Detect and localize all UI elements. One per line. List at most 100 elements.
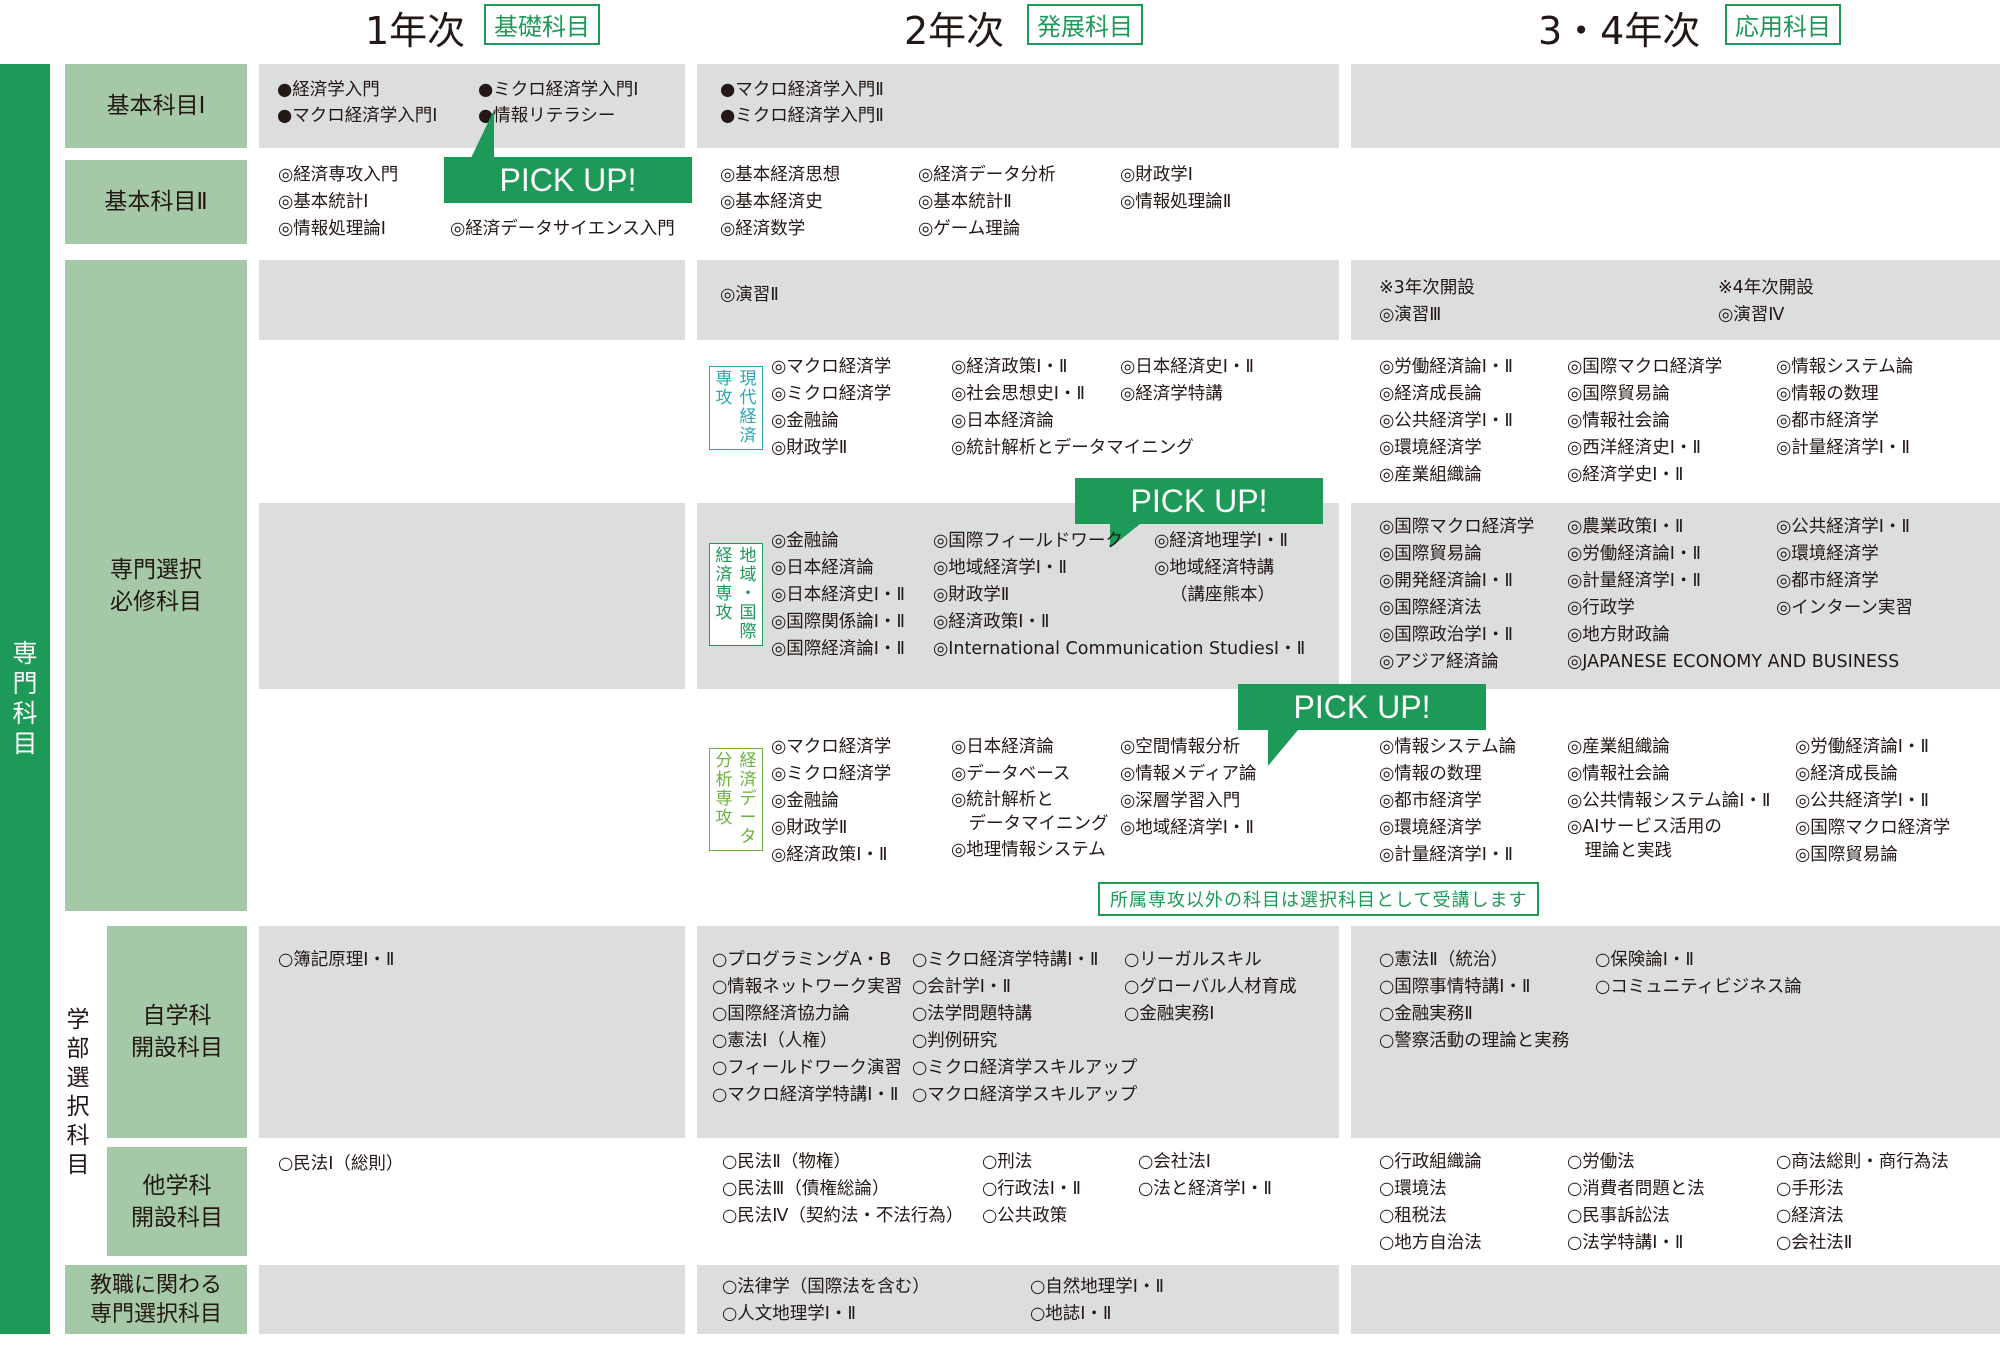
course: ◎マクロ経済学 — [771, 737, 892, 757]
row-label-kihon1: 基本科目Ⅰ — [65, 64, 247, 148]
course: ○会社法Ⅱ — [1776, 1233, 1853, 1253]
major-gendai-label: 専現 攻代 経 済 — [709, 366, 763, 450]
course: ○経済法 — [1776, 1206, 1844, 1226]
course: ◎労働経済論Ⅰ・Ⅱ — [1567, 544, 1702, 564]
course: ○判例研究 — [912, 1031, 998, 1051]
other-major-note: 所属専攻以外の科目は選択科目として受講します — [1098, 882, 1540, 916]
major-chiiki-label: 経地 済域 専・ 攻国 際 — [709, 543, 763, 646]
course: ◎基本経済史 — [720, 192, 823, 212]
course: ◎情報の数理 — [1776, 384, 1879, 404]
course: ●経済学入門 — [277, 80, 380, 100]
course: ◎国際貿易論 — [1795, 845, 1898, 865]
course: ◎国際貿易論 — [1567, 384, 1670, 404]
course: ◎統計解析とデータマイニング — [951, 438, 1194, 458]
cell-enshu-y2 — [697, 260, 1339, 340]
pickup-badge: PICK UP! — [444, 157, 692, 203]
course: ◎演習Ⅱ — [720, 285, 779, 305]
row-label-jigakka: 自学科 開設科目 — [107, 926, 247, 1138]
course: ◎日本経済史Ⅰ・Ⅱ — [1120, 357, 1255, 377]
course: ◎国際マクロ経済学 — [1379, 517, 1535, 537]
course: ○消費者問題と法 — [1567, 1179, 1705, 1199]
course: ◎経済政策Ⅰ・Ⅱ — [933, 612, 1050, 632]
course: ○保険論Ⅰ・Ⅱ — [1595, 950, 1695, 970]
course: ○自然地理学Ⅰ・Ⅱ — [1030, 1277, 1165, 1297]
senmon-side-bar: 専門科目 — [0, 64, 50, 1334]
course: ◎労働経済論Ⅰ・Ⅱ — [1795, 737, 1930, 757]
course: ○法と経済学Ⅰ・Ⅱ — [1138, 1179, 1273, 1199]
year34-heading: 3・4年次 — [1538, 9, 1701, 53]
cell-chiiki-y1 — [259, 503, 685, 689]
major-data-label: 分経 析済 専デ 攻ー タ — [709, 748, 763, 851]
course: ◎財政学Ⅰ — [1120, 165, 1193, 185]
course: ◎JAPANESE ECONOMY AND BUSINESS — [1567, 652, 1900, 672]
course: ◎経済成長論 — [1379, 384, 1482, 404]
course: ◎金融論 — [771, 791, 839, 811]
cell-kyoshoku-y1 — [259, 1265, 685, 1334]
cell-kyoshoku-y3 — [1351, 1265, 2000, 1334]
course: ◎都市経済学 — [1776, 571, 1879, 591]
course: ◎深層学習入門 — [1120, 791, 1241, 811]
course: ○行政組織論 — [1379, 1152, 1482, 1172]
course: ○マクロ経済学スキルアップ — [912, 1085, 1138, 1105]
course: ○マクロ経済学特講Ⅰ・Ⅱ — [712, 1085, 899, 1105]
course: ○金融実務Ⅰ — [1124, 1004, 1215, 1024]
course: ◎地理情報システム — [951, 840, 1106, 860]
course: ◎基本統計Ⅰ — [278, 192, 369, 212]
course: ◎情報メディア論 — [1120, 764, 1257, 784]
course: ○金融実務Ⅱ — [1379, 1004, 1473, 1024]
course: ◎演習Ⅲ — [1379, 305, 1442, 325]
course: ◎マクロ経済学 — [771, 357, 892, 377]
year2-heading: 2年次 — [904, 9, 1005, 53]
course: ○会社法Ⅰ — [1138, 1152, 1211, 1172]
course: ◎国際関係論Ⅰ・Ⅱ — [771, 612, 906, 632]
course: ◎空間情報分析 — [1120, 737, 1241, 757]
course: ◎国際貿易論 — [1379, 544, 1482, 564]
course: ○ミクロ経済学スキルアップ — [912, 1058, 1138, 1078]
course: ○コミュニティビジネス論 — [1595, 977, 1802, 997]
pickup-tail — [470, 110, 494, 160]
cell-kihon1-y3 — [1351, 64, 2000, 148]
course: ○憲法Ⅱ（統治） — [1379, 950, 1508, 970]
course: ◎開発経済論Ⅰ・Ⅱ — [1379, 571, 1514, 591]
course-note: ※3年次開設 — [1379, 278, 1475, 298]
course: ◎公共情報システム論Ⅰ・Ⅱ — [1567, 791, 1771, 811]
course: ◎情報処理論Ⅱ — [1120, 192, 1232, 212]
year1-tag: 基礎科目 — [484, 4, 600, 45]
course: ○民法Ⅱ（物権） — [722, 1152, 851, 1172]
course: ◎金融論 — [771, 531, 839, 551]
pickup-tail — [1268, 730, 1298, 766]
course: ◎計量経済学Ⅰ・Ⅱ — [1379, 845, 1514, 865]
course: ◎環境経済学 — [1379, 438, 1482, 458]
course: ○法学問題特講 — [912, 1004, 1033, 1024]
course: ○国際事情特講Ⅰ・Ⅱ — [1379, 977, 1531, 997]
course: （講座熊本） — [1170, 585, 1275, 605]
course: ◎財政学Ⅱ — [771, 818, 848, 838]
course: ●ミクロ経済学入門Ⅰ — [478, 80, 639, 100]
course: ◎地域経済特講 — [1154, 558, 1275, 578]
senmon-side-label: 専門科目 — [12, 639, 38, 758]
course: ◎西洋経済史Ⅰ・Ⅱ — [1567, 438, 1702, 458]
course: ◎地域経済学Ⅰ・Ⅱ — [933, 558, 1068, 578]
course: ◎統計解析と データマイニング — [951, 790, 1109, 834]
course: ○国際経済協力論 — [712, 1004, 850, 1024]
course: ●マクロ経済学入門Ⅱ — [720, 80, 884, 100]
course-note: ※4年次開設 — [1718, 278, 1814, 298]
course: ◎情報システム論 — [1776, 357, 1914, 377]
course: ○情報ネットワーク実習 — [712, 977, 903, 997]
year34-tag: 応用科目 — [1725, 4, 1841, 45]
cell-enshu-y3 — [1351, 260, 2000, 340]
course: ◎経済成長論 — [1795, 764, 1898, 784]
course: ○行政法Ⅰ・Ⅱ — [982, 1179, 1082, 1199]
year1-heading: 1年次 — [365, 9, 466, 53]
row-label-tagakka: 他学科 開設科目 — [107, 1147, 247, 1256]
course: ◎国際経済法 — [1379, 598, 1482, 618]
course: ○民法Ⅲ（債権総論） — [722, 1179, 890, 1199]
course: ○労働法 — [1567, 1152, 1635, 1172]
course: ◎日本経済史Ⅰ・Ⅱ — [771, 585, 906, 605]
course: ◎経済地理学Ⅰ・Ⅱ — [1154, 531, 1289, 551]
course: ○憲法Ⅰ（人権） — [712, 1031, 838, 1051]
course: ○警察活動の理論と実務 — [1379, 1031, 1570, 1051]
course: ◎ゲーム理論 — [918, 219, 1021, 239]
course: ○会計学Ⅰ・Ⅱ — [912, 977, 1012, 997]
course: ○人文地理学Ⅰ・Ⅱ — [722, 1304, 857, 1324]
